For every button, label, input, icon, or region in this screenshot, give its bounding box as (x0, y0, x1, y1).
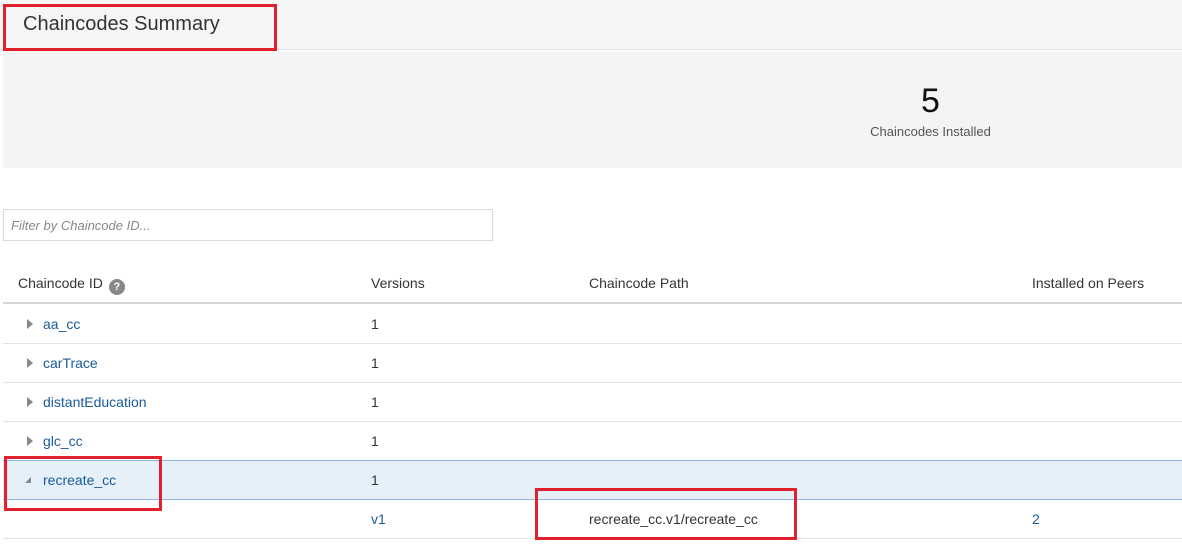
table-row[interactable]: glc_cc 1 (3, 422, 1182, 461)
column-header-chaincode-path[interactable]: Chaincode Path (589, 275, 689, 291)
column-header-versions[interactable]: Versions (371, 275, 425, 291)
versions-count: 1 (371, 355, 379, 371)
table-header: Chaincode ID? Versions Chaincode Path In… (3, 264, 1182, 304)
chaincode-id-link[interactable]: distantEducation (43, 394, 147, 410)
chaincode-id-link[interactable]: aa_cc (43, 316, 80, 332)
column-header-chaincode-id[interactable]: Chaincode ID? (18, 275, 125, 295)
caret-right-icon[interactable] (27, 358, 33, 368)
chaincodes-installed-label: Chaincodes Installed (870, 124, 991, 139)
chaincodes-installed-count: 5 (921, 82, 940, 120)
table-row[interactable]: carTrace 1 (3, 344, 1182, 383)
chaincode-id-link[interactable]: glc_cc (43, 433, 83, 449)
summary-panel (3, 51, 1182, 168)
column-header-installed-on-peers[interactable]: Installed on Peers (1032, 275, 1144, 291)
filter-input[interactable] (3, 209, 493, 241)
chaincode-id-link[interactable]: recreate_cc (43, 472, 116, 488)
versions-count: 1 (371, 472, 379, 488)
chaincode-path: recreate_cc.v1/recreate_cc (589, 511, 758, 527)
versions-count: 1 (371, 433, 379, 449)
table-row-detail: v1 recreate_cc.v1/recreate_cc 2 (3, 500, 1182, 539)
version-link[interactable]: v1 (371, 511, 386, 527)
installed-peers-link[interactable]: 2 (1032, 511, 1040, 527)
caret-right-icon[interactable] (27, 397, 33, 407)
table-row[interactable]: aa_cc 1 (3, 305, 1182, 344)
page-title: Chaincodes Summary (23, 13, 220, 35)
versions-count: 1 (371, 394, 379, 410)
chaincode-id-link[interactable]: carTrace (43, 355, 98, 371)
caret-right-icon[interactable] (27, 436, 33, 446)
versions-count: 1 (371, 316, 379, 332)
column-header-chaincode-id-label: Chaincode ID (18, 275, 103, 291)
question-circle-icon[interactable]: ? (108, 279, 125, 295)
table-row-selected[interactable]: recreate_cc 1 (3, 460, 1182, 500)
table-row[interactable]: distantEducation 1 (3, 383, 1182, 422)
caret-down-icon[interactable] (25, 477, 31, 483)
caret-right-icon[interactable] (27, 319, 33, 329)
